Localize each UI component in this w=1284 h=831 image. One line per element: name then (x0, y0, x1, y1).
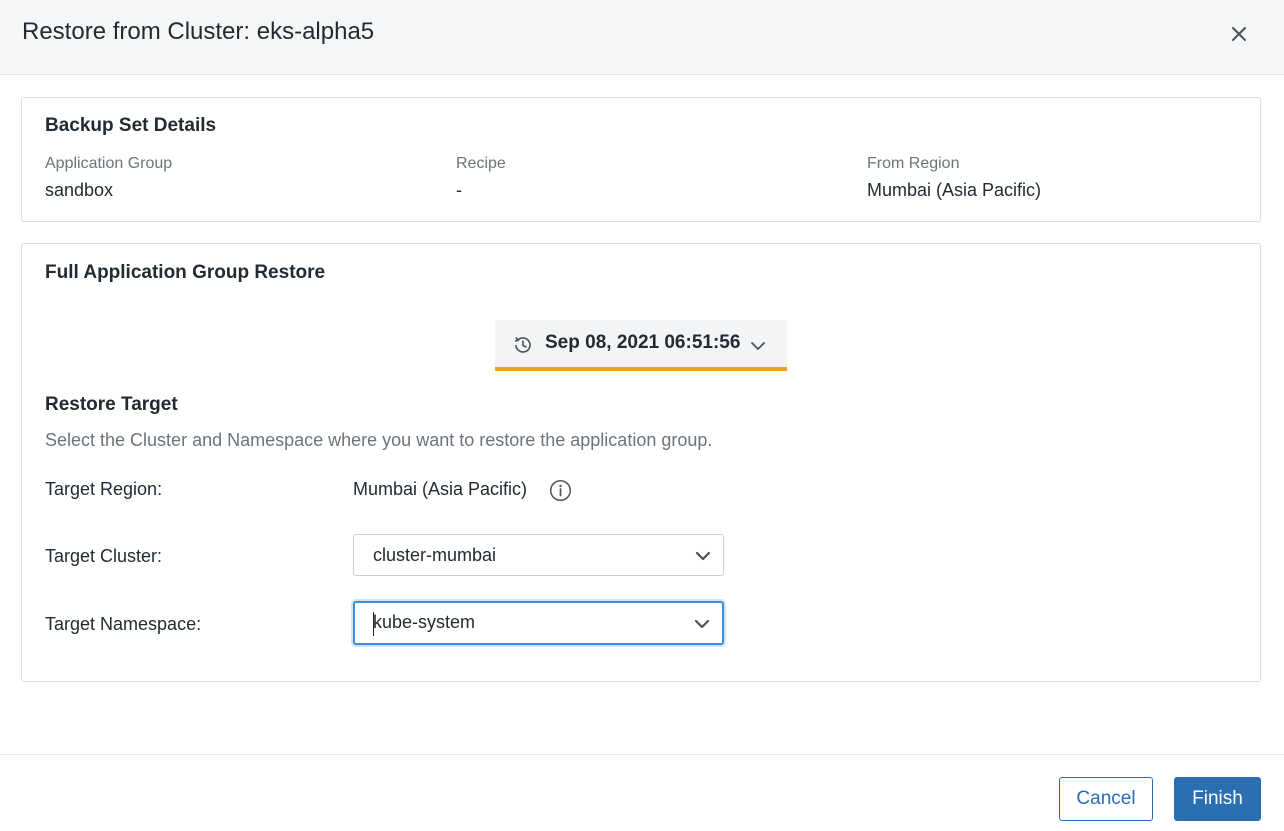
target-cluster-label: Target Cluster: (45, 546, 163, 566)
application-group-label: Application Group (45, 155, 173, 172)
restore-panel: Full Application Group Restore Sep 08, 2… (21, 243, 1261, 682)
recipe-value: - (456, 180, 462, 200)
chevron-down-icon (749, 337, 767, 355)
target-cluster-select[interactable]: cluster-mumbai (353, 534, 724, 576)
dialog-title: Restore from Cluster: eks-alpha5 (22, 18, 375, 45)
restore-help-text: Select the Cluster and Namespace where y… (45, 430, 713, 450)
cancel-button[interactable]: Cancel (1059, 777, 1153, 821)
backup-set-panel: Backup Set Details Application Group san… (21, 97, 1261, 222)
target-region-value: Mumbai (Asia Pacific) (353, 479, 528, 499)
snapshot-selector[interactable]: Sep 08, 2021 06:51:56 (495, 320, 787, 371)
target-cluster-value: cluster-mumbai (373, 545, 497, 565)
from-region-label: From Region (867, 155, 960, 172)
target-namespace-value: kube-system (373, 612, 476, 632)
info-icon[interactable] (549, 479, 572, 502)
snapshot-time: Sep 08, 2021 06:51:56 (545, 332, 741, 353)
restore-target-title: Restore Target (45, 394, 178, 415)
backup-set-title: Backup Set Details (45, 115, 217, 136)
target-region-label: Target Region: (45, 479, 163, 499)
chevron-down-icon (693, 615, 711, 633)
chevron-down-icon (694, 547, 712, 565)
recipe-label: Recipe (456, 155, 506, 172)
dialog-header: Restore from Cluster: eks-alpha5 (0, 0, 1284, 75)
history-icon (512, 334, 534, 356)
target-namespace-label: Target Namespace: (45, 614, 202, 634)
close-icon[interactable] (1226, 21, 1252, 47)
application-group-value: sandbox (45, 180, 114, 200)
from-region-value: Mumbai (Asia Pacific) (867, 180, 1042, 200)
restore-title: Full Application Group Restore (45, 262, 326, 283)
finish-button[interactable]: Finish (1174, 777, 1261, 821)
target-namespace-select[interactable]: kube-system (353, 601, 724, 645)
footer-divider (0, 754, 1284, 755)
